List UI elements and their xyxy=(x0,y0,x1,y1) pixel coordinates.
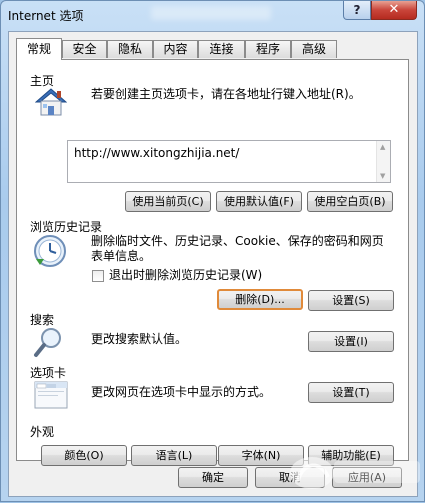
general-tab-panel: 主页 若要创建主页选项卡，请在各地址行键入地址(R)。 http://www.x… xyxy=(16,59,409,466)
delete-on-exit-checkbox[interactable] xyxy=(92,270,104,282)
magnifier-icon xyxy=(34,328,61,357)
title-bar[interactable]: Internet 选项 ? ✕ xyxy=(1,1,424,31)
homepage-url-textarea[interactable]: http://www.xitongzhijia.net/ ▲ ▼ xyxy=(67,140,391,183)
dialog-client-area: 常规 安全 隐私 内容 连接 程序 高级 主页 若要创建主页选项卡，请在各地址行… xyxy=(8,31,418,497)
delete-history-button[interactable]: 删除(D)... xyxy=(217,289,303,310)
tab-general[interactable]: 常规 xyxy=(16,38,62,60)
dialog-button-row: 确定 取消 应用(A) xyxy=(9,467,417,497)
help-button[interactable]: ? xyxy=(343,1,371,20)
tabs-settings-button[interactable]: 设置(T) xyxy=(308,382,394,403)
tabbed-window-icon xyxy=(34,381,68,409)
fonts-button[interactable]: 字体(N) xyxy=(218,445,304,466)
scroll-down-icon[interactable]: ▼ xyxy=(380,172,385,180)
homepage-url-scrollbar[interactable]: ▲ ▼ xyxy=(376,141,390,182)
appearance-section-title: 外观 xyxy=(30,425,55,439)
home-house-icon xyxy=(35,88,67,116)
tab-advanced[interactable]: 高级 xyxy=(291,40,337,58)
tab-programs[interactable]: 程序 xyxy=(245,40,291,58)
history-description-line1: 删除临时文件、历史记录、Cookie、保存的密码和网页 xyxy=(91,234,384,248)
internet-options-window: Internet 选项 ? ✕ 常规 安全 隐私 内容 连接 程序 高级 主页 … xyxy=(0,0,425,502)
close-button[interactable]: ✕ xyxy=(371,1,417,20)
search-settings-button[interactable]: 设置(I) xyxy=(308,331,394,352)
tabs-section-title: 选项卡 xyxy=(30,366,67,380)
clock-history-icon xyxy=(34,235,66,267)
homepage-url-text: http://www.xitongzhijia.net/ xyxy=(74,146,240,160)
title-bar-blurred-text xyxy=(151,6,271,20)
ok-button[interactable]: 确定 xyxy=(178,467,248,488)
use-blank-button[interactable]: 使用空白页(B) xyxy=(307,191,393,212)
tabs-description: 更改网页在选项卡中显示的方式。 xyxy=(91,385,272,399)
delete-on-exit-label[interactable]: 退出时删除浏览历史记录(W) xyxy=(109,268,262,283)
history-description-line2: 表单信息。 xyxy=(91,249,152,263)
history-section-title: 浏览历史记录 xyxy=(30,220,103,234)
homepage-description: 若要创建主页选项卡，请在各地址行键入地址(R)。 xyxy=(91,87,361,101)
history-settings-button[interactable]: 设置(S) xyxy=(308,290,394,311)
languages-button[interactable]: 语言(L) xyxy=(131,445,217,466)
apply-button[interactable]: 应用(A) xyxy=(332,467,402,488)
use-default-button[interactable]: 使用默认值(F) xyxy=(216,191,302,212)
accessibility-button[interactable]: 辅助功能(E) xyxy=(308,445,394,466)
tab-security[interactable]: 安全 xyxy=(62,40,107,58)
cancel-button[interactable]: 取消 xyxy=(255,467,325,488)
scroll-up-icon[interactable]: ▲ xyxy=(380,143,385,151)
tab-content[interactable]: 内容 xyxy=(153,40,198,58)
use-current-button[interactable]: 使用当前页(C) xyxy=(125,191,211,212)
colors-button[interactable]: 颜色(O) xyxy=(41,445,127,466)
search-description: 更改搜索默认值。 xyxy=(91,332,188,346)
tab-connections[interactable]: 连接 xyxy=(198,40,245,58)
tab-privacy[interactable]: 隐私 xyxy=(107,40,153,58)
window-title: Internet 选项 xyxy=(8,9,84,23)
